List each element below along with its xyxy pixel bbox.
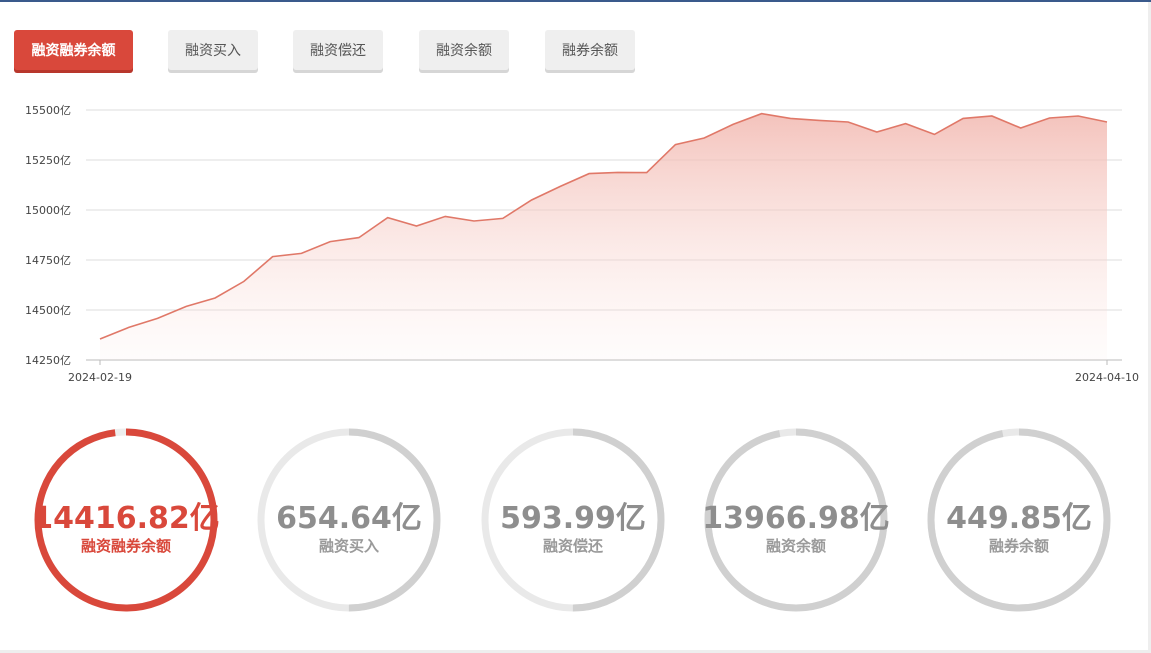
x-tick-label: 2024-04-10: [1075, 371, 1139, 384]
stat-financing-buy: 654.64亿 融资买入: [256, 427, 442, 613]
stat-value: 654.64亿: [276, 501, 422, 536]
tab-label: 融资偿还: [310, 43, 366, 59]
stat-margin-total: 14416.82亿 融资融券余额: [32, 427, 220, 613]
tab-financing-buy[interactable]: 融资买入: [168, 30, 258, 70]
tab-financing-balance[interactable]: 融资余额: [419, 30, 509, 70]
stat-label: 融资余额: [765, 537, 826, 555]
stat-financing-balance: 13966.98亿 融资余额: [702, 427, 890, 613]
stat-value: 593.99亿: [500, 501, 646, 536]
tab-financing-repay[interactable]: 融资偿还: [293, 30, 383, 70]
y-tick-label: 15500亿: [25, 104, 71, 117]
tab-label: 融资余额: [436, 43, 492, 59]
tab-label: 融券余额: [562, 43, 618, 59]
stat-value: 14416.82亿: [32, 501, 220, 536]
tab-margin-total[interactable]: 融资融券余额: [14, 30, 133, 70]
stat-value: 449.85亿: [946, 501, 1092, 536]
stat-label: 融资融券余额: [80, 537, 171, 555]
stat-label: 融资买入: [318, 537, 379, 555]
y-tick-label: 15250亿: [25, 154, 71, 167]
stat-value: 13966.98亿: [702, 501, 890, 536]
stat-financing-repay: 593.99亿 融资偿还: [480, 427, 666, 613]
top-border: [0, 0, 1151, 2]
tab-securities-lending-balance[interactable]: 融券余额: [545, 30, 635, 70]
area-chart: 15500亿 15250亿 15000亿 14750亿 14500亿 14250亿 2024…: [25, 104, 1139, 384]
tab-label: 融资买入: [185, 43, 241, 59]
y-tick-label: 14750亿: [25, 254, 71, 267]
stat-label: 融券余额: [988, 537, 1049, 555]
series-area: [100, 113, 1107, 360]
y-tick-label: 14500亿: [25, 304, 71, 317]
x-tick-label: 2024-02-19: [68, 371, 132, 384]
stat-label: 融资偿还: [542, 537, 603, 555]
stat-securities-lending-balance: 449.85亿 融券余额: [926, 427, 1112, 613]
y-tick-label: 14250亿: [25, 354, 71, 367]
tab-label: 融资融券余额: [31, 43, 116, 59]
y-tick-label: 15000亿: [25, 204, 71, 217]
